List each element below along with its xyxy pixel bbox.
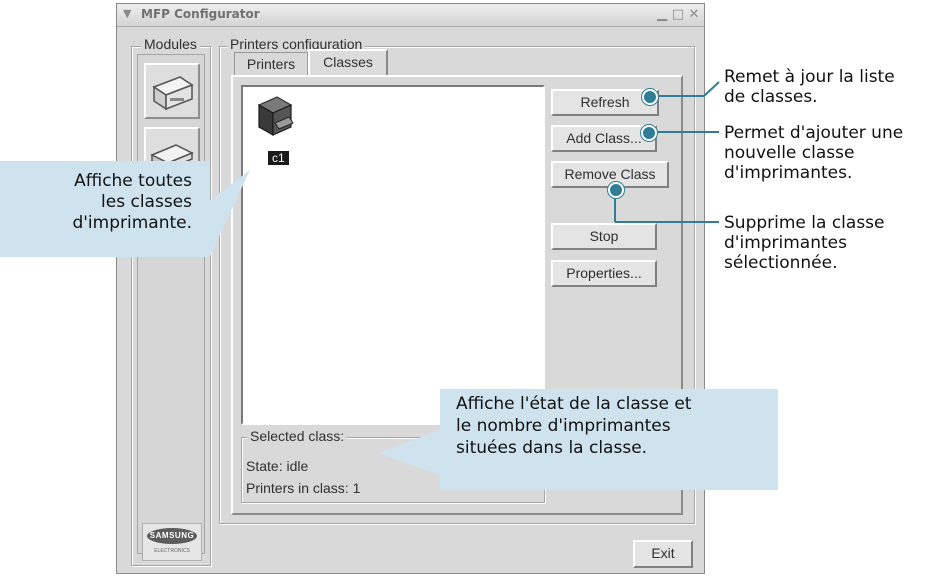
- note-line: sélectionnée.: [724, 253, 838, 273]
- callout-line: le nombre d'imprimantes: [456, 416, 671, 436]
- note-line: nouvelle classe: [724, 143, 855, 163]
- note-line: d'imprimantes: [724, 233, 847, 253]
- add-class-note: Permet d'ajouter une nouvelle classe d'i…: [724, 123, 903, 183]
- refresh-marker-dot: [642, 89, 658, 105]
- note-line: d'imprimantes.: [724, 163, 853, 183]
- refresh-note: Remet à jour la liste de classes.: [724, 67, 895, 107]
- callout-line: Affiche l'état de la classe et: [456, 394, 692, 414]
- status-callout-pointer: [378, 430, 440, 475]
- callout-line: Affiche toutes: [74, 171, 192, 191]
- all-classes-callout: Affiche toutes les classes d'imprimante.: [0, 161, 210, 257]
- note-line: Permet d'ajouter une: [724, 123, 904, 143]
- callout-line: les classes: [101, 192, 192, 212]
- note-line: Supprime la classe: [724, 213, 885, 233]
- note-line: Remet à jour la liste: [724, 67, 895, 87]
- remove-class-note: Supprime la classe d'imprimantes sélecti…: [724, 213, 885, 273]
- left-callout-pointer: [210, 170, 250, 256]
- add-class-marker-dot: [641, 125, 657, 141]
- callout-line: situées dans la classe.: [456, 438, 648, 458]
- note-line: de classes.: [724, 87, 818, 107]
- remove-class-marker-dot: [608, 182, 624, 198]
- class-status-callout: Affiche l'état de la classe et le nombre…: [440, 389, 778, 490]
- callout-line: d'imprimante.: [72, 213, 192, 233]
